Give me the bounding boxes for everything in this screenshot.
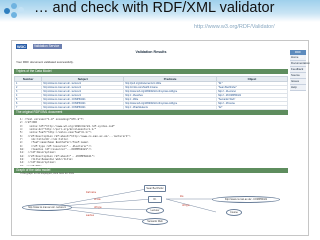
slide-title: … and check with RDF/XML validator bbox=[34, 0, 275, 16]
graph-node-type: Lecturer bbox=[146, 207, 164, 214]
edge-label: dc:title bbox=[94, 199, 101, 201]
graph-node-course-type: Course bbox=[226, 209, 242, 216]
service-label: Validation Service bbox=[33, 44, 62, 49]
rdf-graph: If the graph is not displayed, click her… bbox=[16, 172, 286, 232]
results-content: Validation Results Your RDF document val… bbox=[13, 50, 288, 233]
edge-line bbox=[165, 198, 217, 213]
slide-title-bar: … and check with RDF/XML validator bbox=[0, 0, 320, 22]
w3c-logo[interactable]: W3C bbox=[16, 44, 27, 49]
bullet-dots-decoration bbox=[4, 3, 34, 19]
section-triples: Triples of the Data Model bbox=[14, 69, 288, 74]
edge-label: rdf:type bbox=[182, 205, 190, 207]
validator-sidebar: RDF Validator Home Documentation Feedbac… bbox=[290, 50, 310, 110]
graph-node-subject: http://www.cs.man.ac.uk/...lecturer1 bbox=[22, 204, 72, 211]
rdf-xml-source: 1: <?xml version="1.0" encoding="UTF-8"?… bbox=[20, 118, 288, 166]
validation-note: Your RDF document validated successfully… bbox=[16, 60, 74, 64]
validator-screenshot: W3C Validation Service Validation Result… bbox=[11, 40, 310, 236]
section-original-doc: The original RDF/XML document bbox=[14, 110, 288, 115]
triples-table: Number Subject Predicate Object 1 http://… bbox=[13, 76, 288, 114]
graph-node-literal: Sean Bechhofer bbox=[144, 185, 166, 192]
page-heading: Validation Results bbox=[135, 50, 167, 54]
graph-node-literal: Dr. bbox=[148, 196, 162, 203]
validator-url[interactable]: http://www.w3.org/RDF/Validator/ bbox=[194, 24, 275, 30]
edge-label: rdf:type bbox=[94, 207, 102, 209]
sidebar-item[interactable]: Help bbox=[290, 85, 306, 91]
edge-label: teaches bbox=[86, 215, 95, 217]
w3c-header: W3C Validation Service bbox=[13, 42, 307, 49]
code-line: 15: </rdf:RDF> bbox=[20, 165, 288, 166]
graph-node-course: Semantic Web bbox=[142, 218, 168, 225]
graph-node-course-uri: http://www.cs.man.ac.uk/...COMP60421 bbox=[212, 196, 280, 203]
edge-label: foaf:name bbox=[86, 192, 97, 194]
edge-label: title bbox=[180, 196, 184, 198]
